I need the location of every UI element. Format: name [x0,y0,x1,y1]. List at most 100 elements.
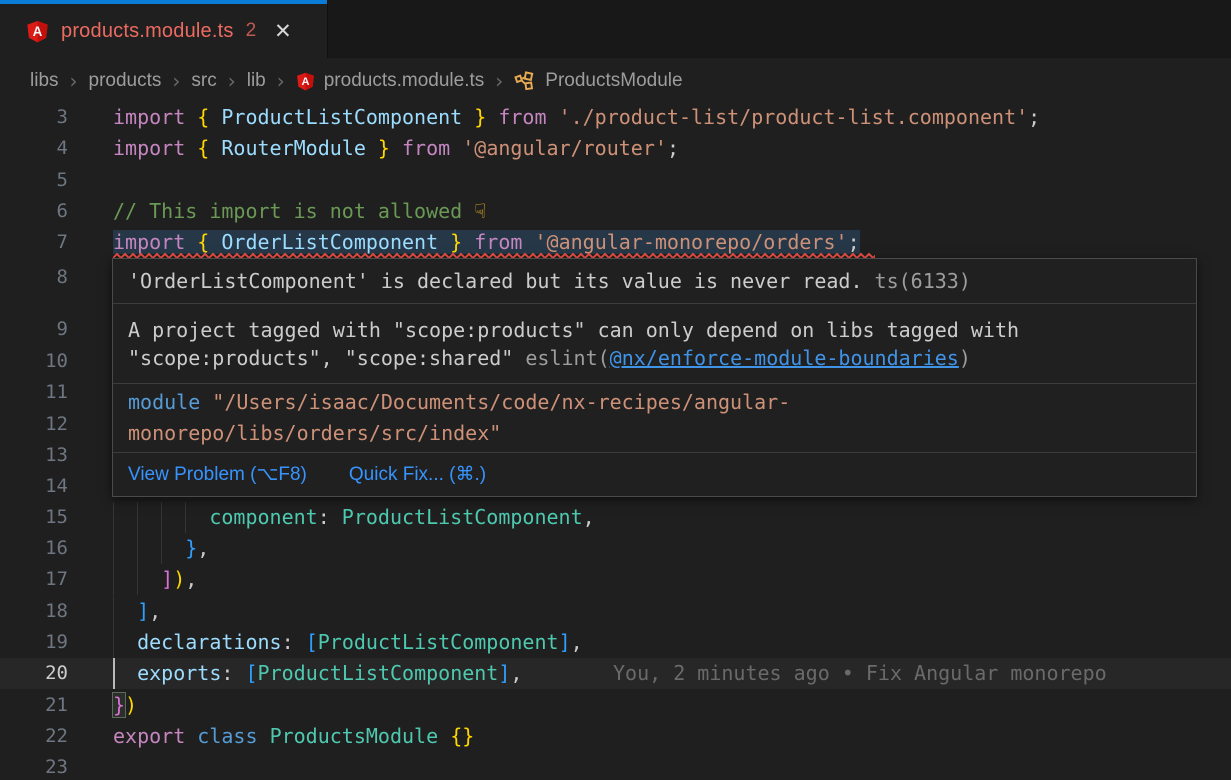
code-text: // This import is not allowed ☟ [113,196,486,227]
code-line-19[interactable]: 19 declarations: [ProductListComponent], [0,627,1231,658]
code-line-4[interactable]: 4 import { RouterModule } from '@angular/… [0,133,1231,164]
hover-module-info: module "/Users/isaac/Documents/code/nx-r… [113,384,1196,453]
eslint-rule-link[interactable]: @nx/enforce-module-boundaries [610,346,959,370]
token: ; [667,136,679,160]
token: , [583,505,595,529]
code-line-5[interactable]: 5 [0,165,1231,196]
token: class [197,724,257,748]
token: ProductListComponent [258,661,499,685]
token: export [113,724,185,748]
line-number[interactable]: 22 [0,721,68,752]
line-number[interactable]: 8 [0,262,68,293]
code-text: }) [113,690,137,721]
module-keyword: module [128,390,200,414]
line-number[interactable]: 3 [0,102,68,133]
code-line-21[interactable]: 21}) [0,690,1231,721]
token [113,536,185,560]
line-number[interactable]: 11 [0,377,68,408]
token: ) [125,693,137,717]
code-line-7[interactable]: 7 import { OrderListComponent } from '@an… [0,227,1231,258]
code-line-15[interactable]: 15 component: ProductListComponent, [0,502,1231,533]
line-number[interactable]: 6 [0,196,68,227]
token: import [113,105,185,129]
code-line-6[interactable]: 6 // This import is not allowed ☟ [0,196,1231,227]
code-line-22[interactable]: 22 export class ProductsModule {} [0,721,1231,752]
token: import [113,230,185,254]
token [113,599,137,623]
line-number[interactable]: 10 [0,346,68,377]
token [113,630,137,654]
code-line-18[interactable]: 18 ], [0,596,1231,627]
token: '@angular-monorepo/orders' [534,230,847,254]
error-range-highlight: import { OrderListComponent } from '@ang… [113,230,860,254]
eslint-message-line2: "scope:products", "scope:shared" [128,346,525,370]
line-number[interactable]: 16 [0,533,68,564]
token: OrderListComponent [209,230,450,254]
token: , [571,630,583,654]
line-number[interactable]: 21 [0,690,68,721]
code-line-3[interactable]: 3 import { ProductListComponent } from '.… [0,102,1231,133]
hover-eslint-message: A project tagged with "scope:products" c… [113,304,1196,384]
token: declarations [137,630,282,654]
token [113,567,161,591]
view-problem-action[interactable]: View Problem (⌥F8) [128,463,307,486]
token: , [185,567,197,591]
token: ; [1028,105,1040,129]
line-number[interactable]: 15 [0,502,68,533]
token [113,505,209,529]
token: import [113,136,185,160]
token: , [510,661,522,685]
token: from [474,230,522,254]
token: { [197,230,209,254]
token: component [209,505,317,529]
line-number[interactable]: 13 [0,440,68,471]
token [450,136,462,160]
token: [ [306,630,318,654]
token [185,724,197,748]
token: from [402,136,450,160]
token: ProductListComponent [209,105,474,129]
token: ] [137,599,149,623]
quick-fix-action[interactable]: Quick Fix... (⌘.) [349,463,486,486]
token: '@angular/router' [462,136,667,160]
line-number[interactable]: 14 [0,471,68,502]
token: ] [498,661,510,685]
token: } [378,136,390,160]
token: [ [245,661,257,685]
token: ] [161,567,173,591]
token [462,230,474,254]
line-number[interactable]: 9 [0,314,68,345]
module-path-line1: "/Users/isaac/Documents/code/nx-recipes/… [200,390,790,414]
token [522,230,534,254]
token: ProductsModule [270,724,439,748]
line-number[interactable]: 12 [0,409,68,440]
code-text: import { RouterModule } from '@angular/r… [113,133,679,164]
code-line-16[interactable]: 16 }, [0,533,1231,564]
code-text: component: ProductListComponent, [113,502,595,533]
token: { [197,136,209,160]
line-number[interactable]: 20 [0,658,68,689]
code-line-20[interactable]: 20 exports: [ProductListComponent],You, … [0,658,1231,689]
token: from [498,105,546,129]
token: : [282,630,306,654]
token [547,105,559,129]
token: ) [173,567,185,591]
line-number[interactable]: 23 [0,752,68,780]
vscode-window: A products.module.ts 2 ✕ libs › products… [0,0,1231,780]
token: {} [450,724,474,748]
token: // This import is not allowed [113,199,474,223]
line-number[interactable]: 5 [0,165,68,196]
token: } [474,105,486,129]
code-line-23[interactable]: 23 [0,752,1231,780]
token: : [318,505,342,529]
code-text: import { ProductListComponent } from './… [113,102,1040,133]
token: { [197,105,209,129]
line-number[interactable]: 18 [0,596,68,627]
code-line-17[interactable]: 17 ]), [0,564,1231,595]
line-number[interactable]: 4 [0,133,68,164]
token [185,105,197,129]
code-text: exports: [ProductListComponent], [113,658,522,689]
line-number[interactable]: 17 [0,564,68,595]
line-number[interactable]: 19 [0,627,68,658]
line-number[interactable]: 7 [0,227,68,258]
